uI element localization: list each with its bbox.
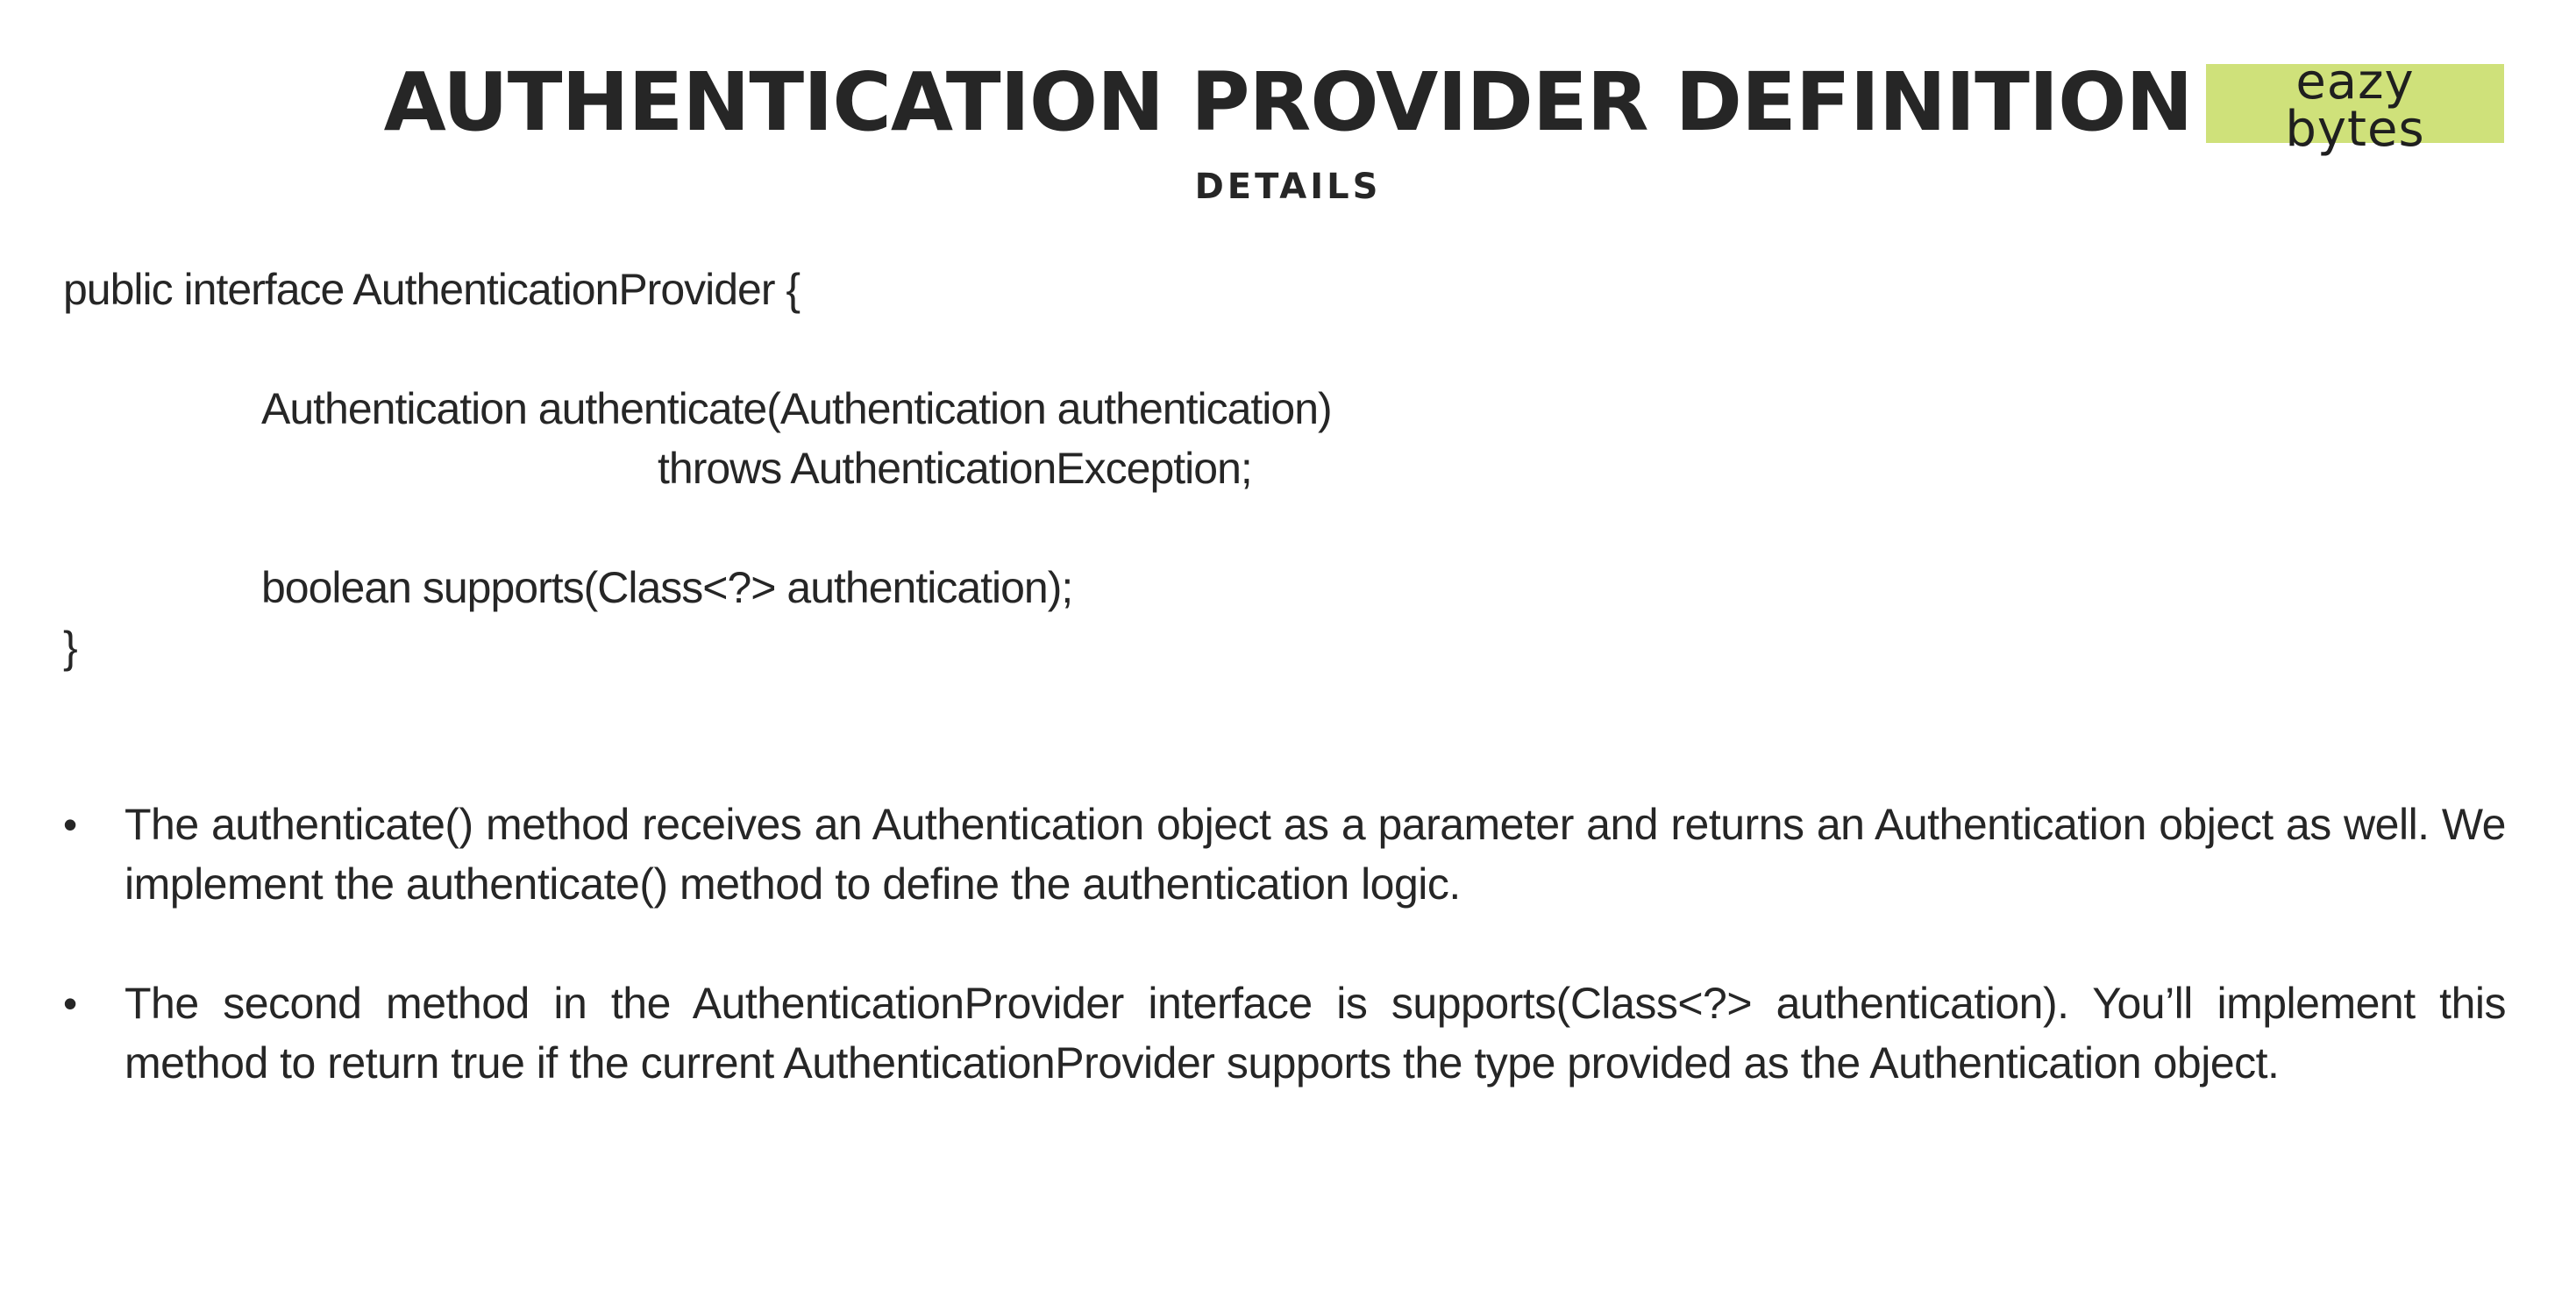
code-line: Authentication authenticate(Authenticati…: [261, 384, 1333, 433]
list-item: • The authenticate() method receives an …: [63, 795, 2507, 914]
code-line: boolean supports(Class<?> authentication…: [261, 563, 1073, 612]
page-subtitle: DETAILS: [1194, 167, 1382, 207]
code-block: public interface AuthenticationProvider …: [63, 260, 1817, 677]
logo-wordmark: eazy bytes: [2206, 53, 2504, 158]
eazybytes-logo: eazy bytes: [2206, 58, 2504, 154]
code-line: public interface AuthenticationProvider …: [63, 265, 801, 314]
slide: AUTHENTICATION PROVIDER DEFINITION DETAI…: [0, 0, 2576, 1305]
list-item: • The second method in the Authenticatio…: [63, 973, 2507, 1093]
bullet-marker: •: [63, 802, 77, 847]
page-title: AUTHENTICATION PROVIDER DEFINITION: [383, 55, 2194, 149]
bullet-text: The second method in the AuthenticationP…: [125, 979, 2507, 1088]
bullet-marker: •: [63, 981, 77, 1026]
bullet-text: The authenticate() method receives an Au…: [125, 800, 2507, 909]
logo-text-line-2: bytes: [2285, 101, 2425, 158]
code-line: }: [63, 623, 78, 672]
code-line: throws AuthenticationException;: [658, 444, 1253, 493]
logo-text-line-1: eazy: [2295, 53, 2415, 111]
bullet-list: • The authenticate() method receives an …: [63, 795, 2507, 1152]
